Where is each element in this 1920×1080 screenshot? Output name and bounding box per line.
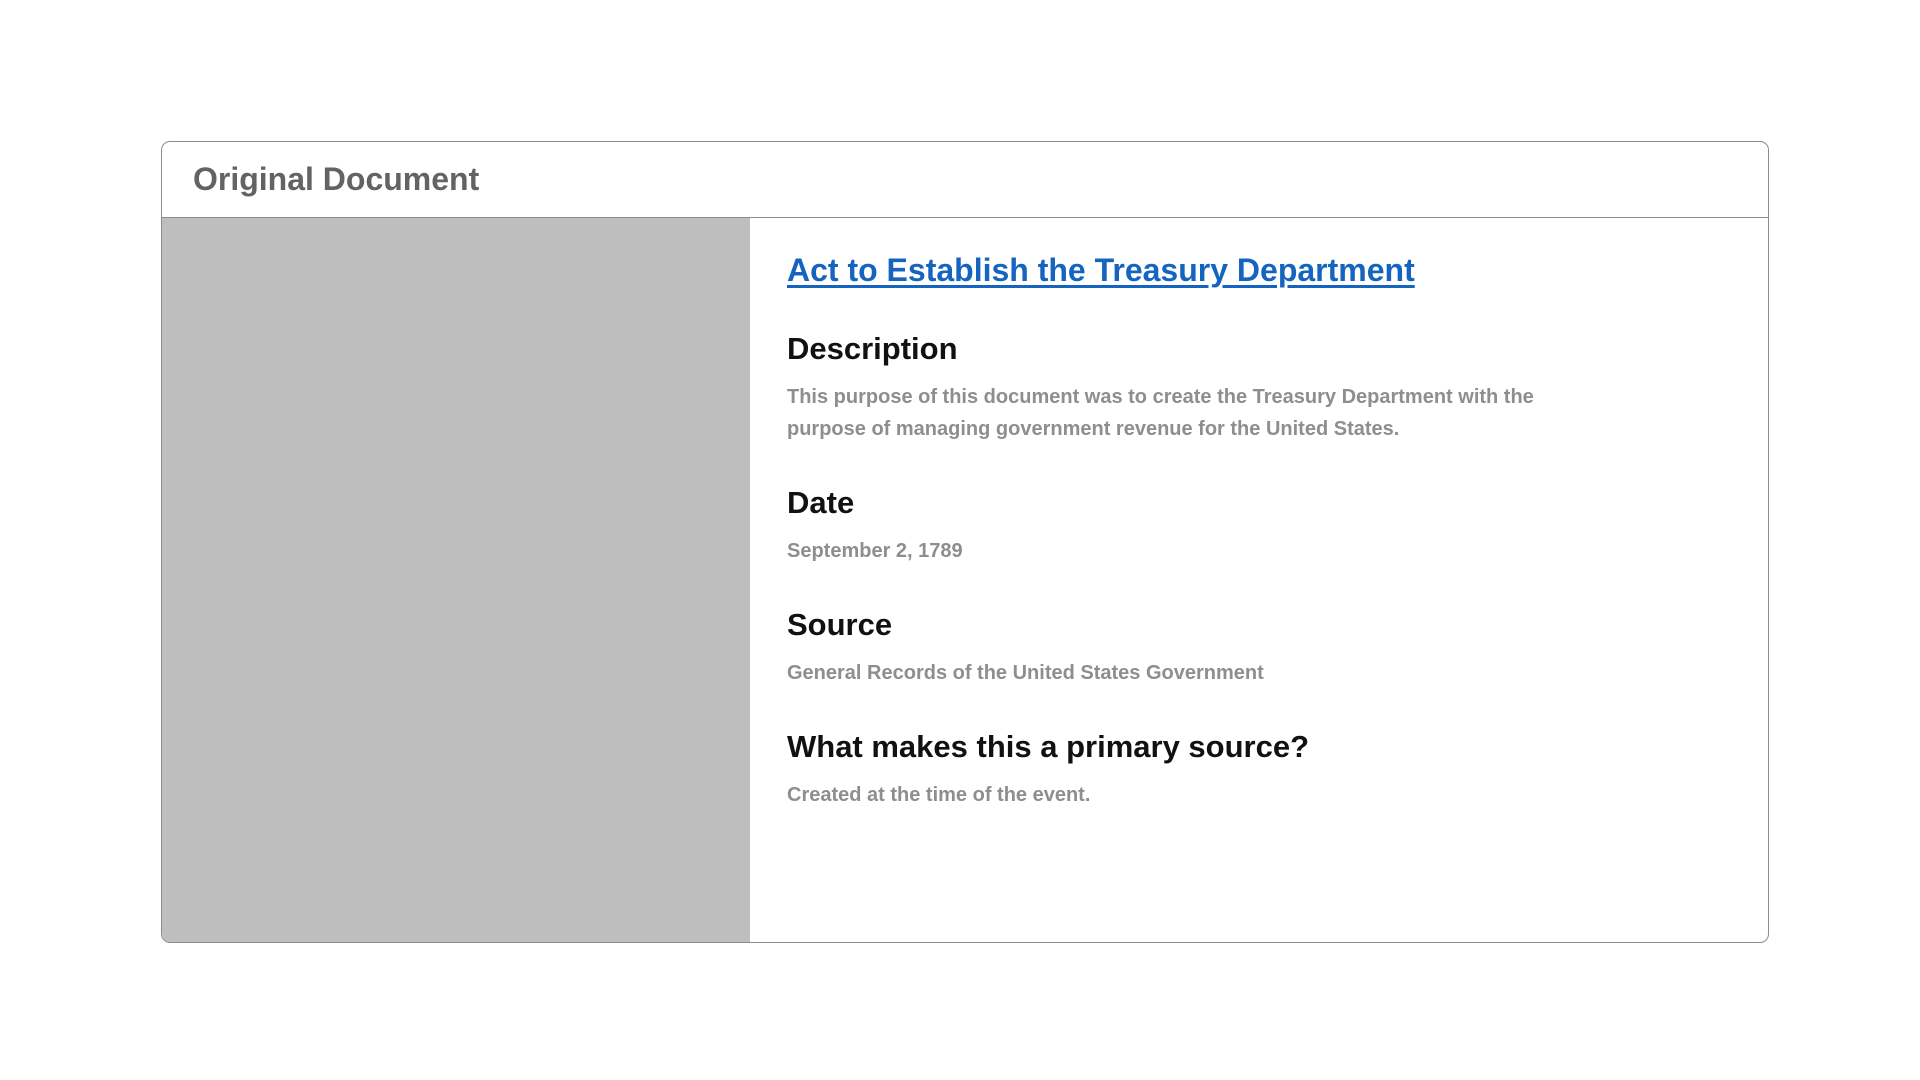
source-heading: Source (787, 607, 893, 642)
document-image-placeholder (162, 218, 750, 942)
description-section: Description This purpose of this documen… (787, 331, 1768, 445)
source-section: Source General Records of the United Sta… (787, 607, 1768, 689)
date-heading: Date (787, 485, 855, 520)
card-body: Act to Establish the Treasury Department… (162, 218, 1768, 942)
card-title: Original Document (193, 161, 480, 197)
primary-source-section: What makes this a primary source? Create… (787, 729, 1768, 811)
primary-source-heading: What makes this a primary source? (787, 729, 1310, 764)
card-header: Original Document (162, 142, 1768, 218)
document-info: Act to Establish the Treasury Department… (750, 218, 1768, 942)
source-text: General Records of the United States Gov… (787, 662, 1264, 684)
date-text: September 2, 1789 (787, 540, 963, 562)
description-text: This purpose of this document was to cre… (787, 386, 1534, 440)
date-section: Date September 2, 1789 (787, 485, 1768, 567)
original-document-card: Original Document Act to Establish the T… (161, 141, 1769, 943)
document-title-link[interactable]: Act to Establish the Treasury Department (787, 252, 1415, 289)
primary-source-text: Created at the time of the event. (787, 784, 1091, 806)
description-heading: Description (787, 331, 958, 366)
